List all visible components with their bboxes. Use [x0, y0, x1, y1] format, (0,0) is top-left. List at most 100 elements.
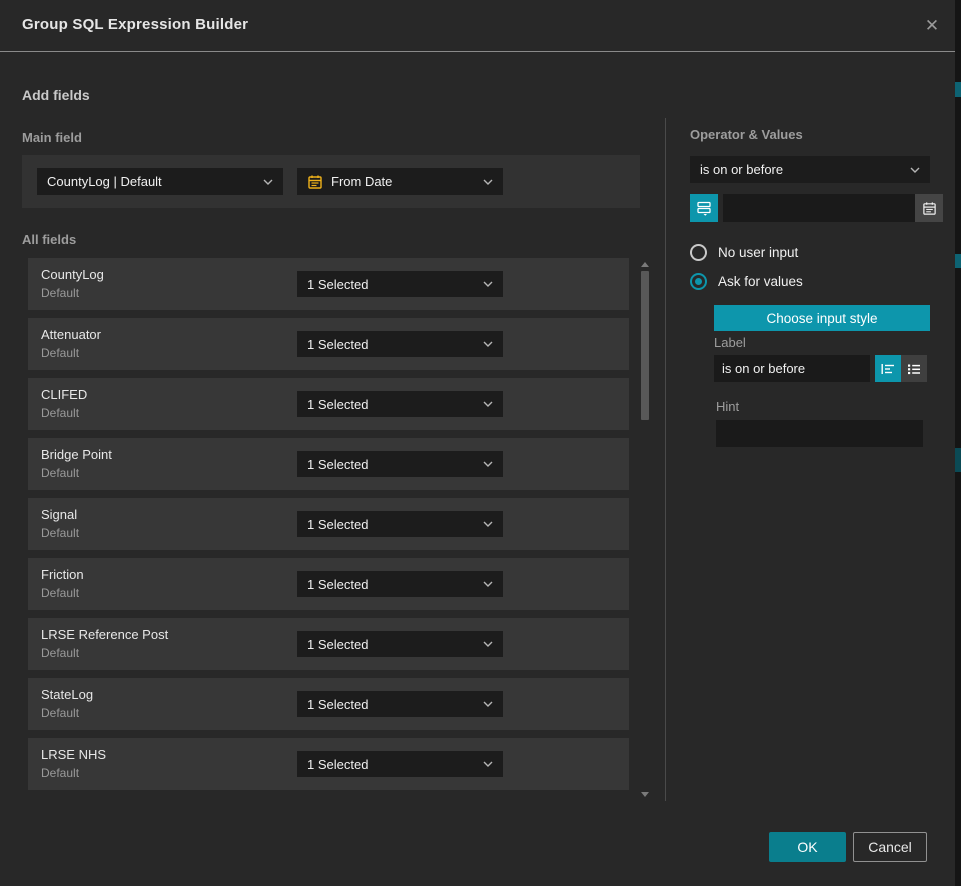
field-selected-value: 1 Selected [307, 397, 368, 412]
text-align-left-icon[interactable] [875, 355, 901, 382]
radio-circle-checked-icon [690, 273, 707, 290]
field-selected-dropdown[interactable]: 1 Selected [297, 511, 503, 537]
field-type: Default [41, 646, 79, 660]
calendar-date-icon [307, 174, 323, 190]
chevron-down-icon [483, 641, 493, 647]
field-type: Default [41, 526, 79, 540]
main-field-panel: CountyLog | Default From Date [22, 155, 640, 208]
add-fields-heading: Add fields [22, 87, 90, 103]
hint-input[interactable] [716, 420, 923, 447]
field-selected-value: 1 Selected [307, 457, 368, 472]
unique-values-icon[interactable] [690, 194, 718, 222]
chevron-down-icon [483, 401, 493, 407]
all-fields-list: CountyLog Default 1 Selected Attenuator … [28, 258, 629, 798]
field-type: Default [41, 466, 79, 480]
field-name: Bridge Point [41, 447, 112, 462]
background-accent [955, 448, 961, 472]
chevron-down-icon [483, 581, 493, 587]
choose-input-style-button[interactable]: Choose input style [714, 305, 930, 331]
field-row-lrse-reference-post: LRSE Reference Post Default 1 Selected [28, 618, 629, 670]
background-accent [955, 254, 961, 268]
fields-scrollbar[interactable] [641, 258, 649, 801]
chevron-down-icon [483, 179, 493, 185]
field-name: StateLog [41, 687, 93, 702]
chevron-down-icon [483, 341, 493, 347]
label-caption: Label [714, 335, 746, 350]
field-row-attenuator: Attenuator Default 1 Selected [28, 318, 629, 370]
field-selected-dropdown[interactable]: 1 Selected [297, 271, 503, 297]
chevron-down-icon [483, 521, 493, 527]
field-type: Default [41, 766, 79, 780]
main-dataset-dropdown[interactable]: CountyLog | Default [37, 168, 283, 195]
main-field-heading: Main field [22, 130, 82, 145]
radio-no-user-input[interactable]: No user input [690, 244, 798, 261]
field-selected-dropdown[interactable]: 1 Selected [297, 751, 503, 777]
background-app-sliver [955, 0, 961, 886]
field-type: Default [41, 706, 79, 720]
field-selected-dropdown[interactable]: 1 Selected [297, 391, 503, 417]
field-row-lrse-nhs: LRSE NHS Default 1 Selected [28, 738, 629, 790]
field-selected-value: 1 Selected [307, 637, 368, 652]
field-name: LRSE Reference Post [41, 627, 168, 642]
main-dataset-value: CountyLog | Default [47, 174, 162, 189]
calendar-icon[interactable] [915, 194, 943, 222]
chevron-down-icon [483, 761, 493, 767]
dialog-title: Group SQL Expression Builder [22, 16, 248, 33]
field-selected-value: 1 Selected [307, 277, 368, 292]
radio-label: No user input [718, 245, 798, 260]
field-type: Default [41, 286, 79, 300]
field-name: Friction [41, 567, 84, 582]
radio-ask-for-values[interactable]: Ask for values [690, 273, 803, 290]
label-input[interactable] [714, 355, 870, 382]
scroll-up-icon[interactable] [641, 262, 649, 267]
field-type: Default [41, 346, 79, 360]
field-name: CLIFED [41, 387, 87, 402]
value-input-row [690, 194, 930, 222]
field-row-signal: Signal Default 1 Selected [28, 498, 629, 550]
field-row-statelog: StateLog Default 1 Selected [28, 678, 629, 730]
field-name: Attenuator [41, 327, 101, 342]
ok-button[interactable]: OK [769, 832, 846, 862]
chevron-down-icon [263, 179, 273, 185]
cancel-button[interactable]: Cancel [853, 832, 927, 862]
bulleted-list-icon[interactable] [901, 355, 927, 382]
field-row-friction: Friction Default 1 Selected [28, 558, 629, 610]
operator-value: is on or before [700, 162, 783, 177]
field-name: LRSE NHS [41, 747, 106, 762]
chevron-down-icon [483, 281, 493, 287]
field-selected-value: 1 Selected [307, 577, 368, 592]
field-selected-dropdown[interactable]: 1 Selected [297, 331, 503, 357]
field-selected-value: 1 Selected [307, 697, 368, 712]
main-field-dropdown[interactable]: From Date [297, 168, 503, 195]
field-selected-dropdown[interactable]: 1 Selected [297, 571, 503, 597]
field-selected-value: 1 Selected [307, 337, 368, 352]
field-name: Signal [41, 507, 77, 522]
value-date-input[interactable] [723, 194, 915, 222]
field-selected-value: 1 Selected [307, 517, 368, 532]
chevron-down-icon [910, 167, 920, 173]
hint-caption: Hint [716, 399, 739, 414]
field-name: CountyLog [41, 267, 104, 282]
field-selected-dropdown[interactable]: 1 Selected [297, 631, 503, 657]
background-accent [955, 82, 961, 97]
dialog-title-bar: Group SQL Expression Builder ✕ [0, 0, 955, 52]
radio-circle-icon [690, 244, 707, 261]
field-type: Default [41, 586, 79, 600]
group-sql-expression-builder-dialog: Group SQL Expression Builder ✕ Add field… [0, 0, 955, 886]
field-selected-dropdown[interactable]: 1 Selected [297, 691, 503, 717]
chevron-down-icon [483, 461, 493, 467]
field-row-bridge-point: Bridge Point Default 1 Selected [28, 438, 629, 490]
scroll-down-icon[interactable] [641, 792, 649, 797]
field-selected-value: 1 Selected [307, 757, 368, 772]
main-field-value: From Date [331, 174, 392, 189]
close-icon[interactable]: ✕ [921, 15, 943, 37]
field-type: Default [41, 406, 79, 420]
field-selected-dropdown[interactable]: 1 Selected [297, 451, 503, 477]
chevron-down-icon [483, 701, 493, 707]
label-input-row [714, 355, 927, 382]
operator-dropdown[interactable]: is on or before [690, 156, 930, 183]
operator-values-heading: Operator & Values [690, 127, 803, 142]
screen: Group SQL Expression Builder ✕ Add field… [0, 0, 961, 886]
field-row-countylog: CountyLog Default 1 Selected [28, 258, 629, 310]
scrollbar-thumb[interactable] [641, 271, 649, 420]
